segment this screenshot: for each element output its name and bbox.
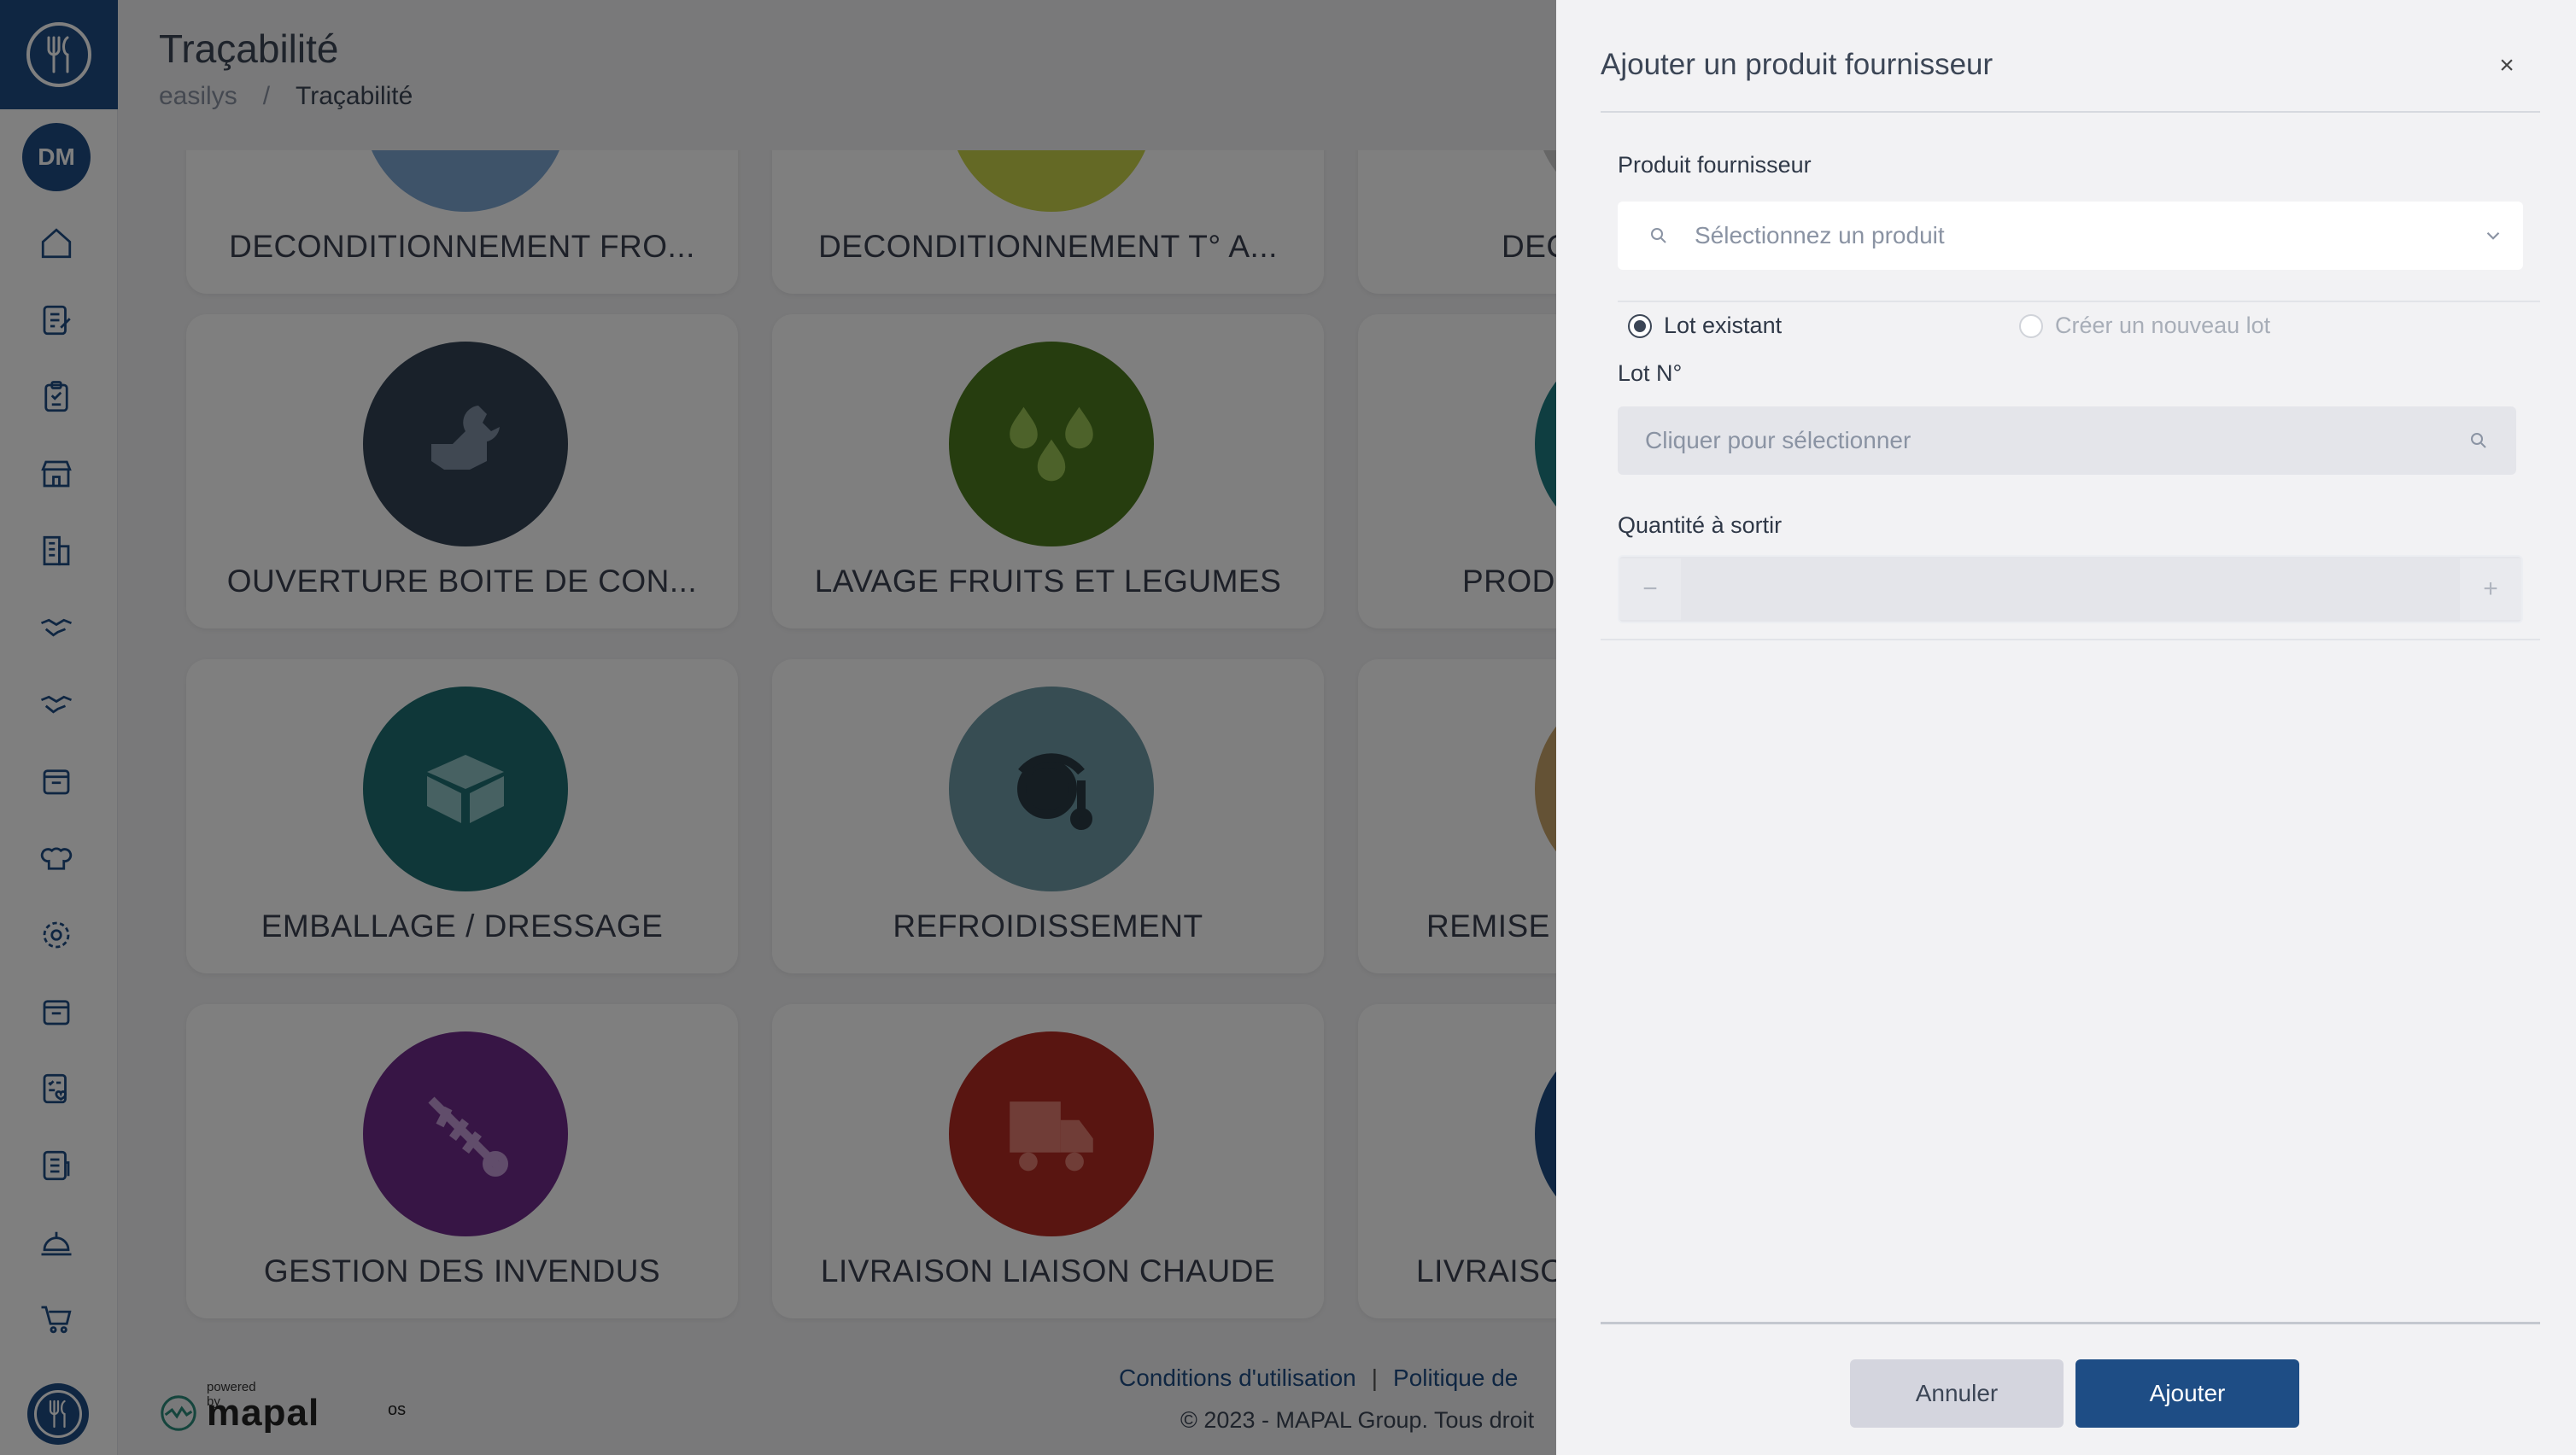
app: DM Traçabilité easilys / Traçabilité [0, 0, 2576, 1455]
plus-button[interactable]: + [2460, 558, 2521, 620]
radio-existing-label: Lot existant [1664, 313, 1783, 338]
divider [1601, 111, 2540, 113]
drawer-title: Ajouter un produit fournisseur [1601, 48, 1993, 81]
divider [1618, 301, 2540, 302]
search-icon [2471, 433, 2486, 448]
radio-new-lot[interactable]: Créer un nouveau lot [2019, 313, 2270, 339]
product-select-placeholder: Sélectionnez un produit [1695, 222, 1945, 248]
close-icon[interactable]: × [2494, 53, 2520, 79]
radio-existing-lot[interactable]: Lot existant [1628, 313, 1782, 339]
cancel-button[interactable]: Annuler [1850, 1359, 2064, 1428]
search-icon [1651, 228, 1666, 243]
minus-button[interactable]: − [1619, 558, 1681, 620]
lot-label: Lot N° [1618, 360, 1683, 386]
lot-select-placeholder: Cliquer pour sélectionner [1645, 427, 1912, 453]
product-label: Produit fournisseur [1618, 152, 1812, 178]
divider [1601, 639, 2540, 640]
add-button[interactable]: Ajouter [2075, 1359, 2299, 1428]
radio-checked-icon[interactable] [1628, 313, 1652, 338]
product-select[interactable]: Sélectionnez un produit [1618, 202, 2523, 270]
radio-unchecked-icon[interactable] [2019, 313, 2043, 338]
modal-backdrop[interactable] [0, 0, 1556, 1455]
chevron-down-icon [2486, 231, 2500, 240]
add-supplier-product-drawer: Ajouter un produit fournisseur × Produit… [1556, 0, 2576, 1455]
radio-new-label: Créer un nouveau lot [2055, 313, 2271, 338]
quantity-stepper[interactable]: − + [1618, 555, 2523, 623]
quantity-label: Quantité à sortir [1618, 512, 1783, 538]
lot-select[interactable]: Cliquer pour sélectionner [1618, 406, 2516, 475]
footer-divider [1601, 1322, 2540, 1324]
